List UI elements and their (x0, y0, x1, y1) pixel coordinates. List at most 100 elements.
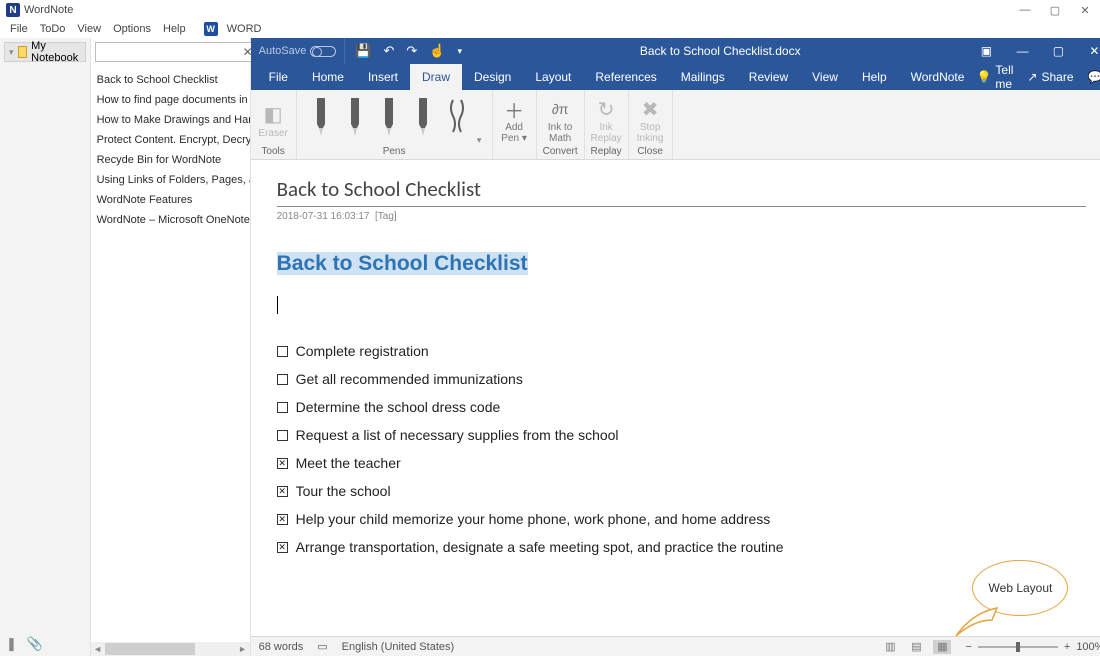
pens-gallery[interactable]: ▾ (297, 90, 492, 146)
ink-to-math-button[interactable]: ∂πInk toMath (545, 96, 576, 144)
ribbon-display-button[interactable]: ▣ (968, 38, 1004, 64)
checklist-item[interactable]: ✕Meet the teacher (277, 455, 1087, 471)
read-mode-button[interactable]: ▥ (881, 640, 899, 654)
tab-home[interactable]: Home (300, 64, 356, 90)
tell-me-label: Tell me (995, 63, 1013, 91)
checklist-item[interactable]: Determine the school dress code (277, 399, 1087, 415)
eraser-button[interactable]: ◧ Eraser (258, 102, 287, 139)
pen-2[interactable] (341, 98, 369, 142)
tab-view[interactable]: View (800, 64, 850, 90)
word-close-button[interactable]: ✕ (1076, 38, 1100, 64)
note-item[interactable]: How to Make Drawings and Handwritin (91, 110, 250, 130)
menu-file[interactable]: File (4, 23, 34, 35)
pen-4[interactable] (409, 98, 437, 142)
attachment-icon[interactable]: 📎 (27, 636, 43, 652)
zoom-control[interactable]: − + 100% (965, 641, 1100, 653)
word-minimize-button[interactable]: — (1004, 38, 1040, 64)
note-item[interactable]: WordNote – Microsoft OneNote Altern (91, 210, 250, 230)
tab-design[interactable]: Design (462, 64, 523, 90)
autosave-toggle[interactable]: AutoSave (251, 45, 345, 57)
language-status[interactable]: English (United States) (342, 641, 455, 653)
note-item[interactable]: Protect Content. Encrypt, Decrypt, W (91, 130, 250, 150)
pen-5[interactable] (443, 98, 471, 142)
share-button[interactable]: ↗ Share (1027, 70, 1073, 84)
unchecked-box-icon[interactable] (277, 374, 288, 385)
unchecked-box-icon[interactable] (277, 430, 288, 441)
note-item[interactable]: WordNote Features (91, 190, 250, 210)
notes-h-scrollbar[interactable]: ◄ ► (91, 642, 250, 656)
share-label: Share (1041, 70, 1073, 84)
add-pen-button[interactable]: ＋Add Pen ▾ (501, 96, 528, 144)
undo-icon[interactable]: ↶ (384, 43, 395, 59)
checklist-item[interactable]: ✕Help your child memorize your home phon… (277, 511, 1087, 527)
checklist-item[interactable]: ✕Arrange transportation, designate a saf… (277, 539, 1087, 555)
convert-group-label: Convert (537, 146, 584, 159)
wordnote-menu-bar: File ToDo View Options Help W WORD (0, 20, 1100, 38)
stop-icon: ✖ (642, 96, 659, 122)
gallery-more-icon[interactable]: ▾ (477, 135, 482, 146)
zoom-slider[interactable] (978, 646, 1058, 648)
print-layout-button[interactable]: ▤ (907, 640, 925, 654)
comments-icon[interactable]: 💬 (1088, 70, 1100, 84)
stop-inking-button[interactable]: ✖StopInking (637, 96, 664, 144)
unchecked-box-icon[interactable] (277, 402, 288, 413)
save-icon[interactable]: 💾 (355, 43, 371, 59)
word-count[interactable]: 68 words (259, 641, 304, 653)
word-maximize-button[interactable]: ▢ (1040, 38, 1076, 64)
pen-3[interactable] (375, 98, 403, 142)
qat-dropdown-icon[interactable]: ▾ (458, 46, 463, 57)
tab-help[interactable]: Help (850, 64, 899, 90)
tab-layout[interactable]: Layout (523, 64, 583, 90)
zoom-level[interactable]: 100% (1076, 641, 1100, 653)
checklist[interactable]: Complete registration Get all recommended… (277, 343, 1087, 555)
ink-replay-button[interactable]: ↻InkReplay (591, 96, 622, 144)
page-title[interactable]: Back to School Checklist (277, 176, 1087, 202)
search-input[interactable] (95, 42, 259, 62)
tab-draw[interactable]: Draw (410, 64, 462, 90)
tab-wordnote[interactable]: WordNote (899, 64, 977, 90)
checklist-item-text: Get all recommended immunizations (296, 371, 523, 387)
tab-file[interactable]: File (257, 64, 300, 90)
checked-box-icon[interactable]: ✕ (277, 486, 288, 497)
document-heading[interactable]: Back to School Checklist (277, 250, 1087, 276)
menu-help[interactable]: Help (157, 23, 192, 35)
tab-references[interactable]: References (583, 64, 668, 90)
menu-options[interactable]: Options (107, 23, 157, 35)
checklist-item[interactable]: ✕Tour the school (277, 483, 1087, 499)
bookmark-icon[interactable]: ❚ (6, 636, 17, 652)
word-ribbon-tabs: File Home Insert Draw Design Layout Refe… (251, 64, 1100, 90)
tab-insert[interactable]: Insert (356, 64, 410, 90)
checklist-item[interactable]: Request a list of necessary supplies fro… (277, 427, 1087, 443)
spellcheck-icon[interactable]: ▭ (317, 640, 327, 653)
note-item[interactable]: Back to School Checklist (91, 70, 250, 90)
scroll-right-icon[interactable]: ► (236, 644, 250, 654)
note-item[interactable]: How to find page documents in Wordn (91, 90, 250, 110)
close-button[interactable]: ✕ (1070, 0, 1100, 20)
tab-mailings[interactable]: Mailings (669, 64, 737, 90)
zoom-in-icon[interactable]: + (1064, 641, 1070, 653)
notebook-header[interactable]: ▾ My Notebook (4, 42, 86, 62)
redo-icon[interactable]: ↷ (406, 43, 417, 59)
checklist-item[interactable]: Complete registration (277, 343, 1087, 359)
note-item[interactable]: Using Links of Folders, Pages, and Par (91, 170, 250, 190)
note-item[interactable]: Recyde Bin for WordNote (91, 150, 250, 170)
checked-box-icon[interactable]: ✕ (277, 542, 288, 553)
checked-box-icon[interactable]: ✕ (277, 458, 288, 469)
touch-mode-icon[interactable]: ☝ (429, 43, 445, 59)
web-layout-button[interactable]: ▦ (933, 640, 951, 654)
menu-todo[interactable]: ToDo (34, 23, 72, 35)
tell-me-search[interactable]: 💡 Tell me (976, 63, 1013, 91)
scroll-thumb[interactable] (105, 643, 195, 655)
maximize-button[interactable]: ▢ (1040, 0, 1070, 20)
scroll-left-icon[interactable]: ◄ (91, 644, 105, 654)
minimize-button[interactable]: — (1010, 0, 1040, 20)
notebook-name: My Notebook (31, 40, 80, 64)
word-badge[interactable]: W WORD (198, 22, 274, 36)
unchecked-box-icon[interactable] (277, 346, 288, 357)
zoom-out-icon[interactable]: − (965, 641, 971, 653)
pen-1[interactable] (307, 98, 335, 142)
checklist-item[interactable]: Get all recommended immunizations (277, 371, 1087, 387)
checked-box-icon[interactable]: ✕ (277, 514, 288, 525)
tab-review[interactable]: Review (737, 64, 800, 90)
menu-view[interactable]: View (71, 23, 107, 35)
